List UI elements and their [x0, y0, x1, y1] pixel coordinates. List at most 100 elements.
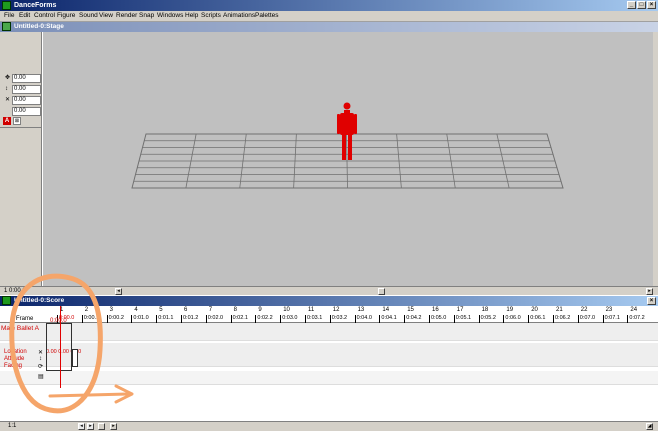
scroll-right-arrow-icon[interactable]: ▸	[646, 288, 653, 295]
score-scroll-thumb[interactable]	[98, 423, 105, 430]
play-forward-icon[interactable]: ▸	[87, 423, 94, 430]
frame-time-label: 0:02.0	[207, 315, 224, 321]
coord-field-w[interactable]: 0.00	[12, 107, 41, 116]
dancer-left-leg	[342, 135, 346, 160]
floor-grid-lines	[133, 133, 561, 189]
menu-control[interactable]: Control	[34, 12, 55, 19]
scroll-thumb[interactable]	[378, 288, 385, 295]
score-resize-icon[interactable]: ◢	[646, 423, 653, 430]
vertical-move-icon: ↕	[5, 86, 8, 92]
frame-number: 12	[332, 307, 340, 313]
menu-figure[interactable]: Figure	[57, 12, 75, 19]
frame-time-label: 0:04.2	[406, 315, 422, 321]
menu-render[interactable]: Render	[116, 12, 137, 19]
frame-number: 22	[580, 307, 588, 313]
app-icon	[2, 1, 11, 10]
maximize-button[interactable]: □	[637, 1, 646, 9]
play-back-icon[interactable]: ◂	[78, 423, 85, 430]
score-frame-status: 1:1	[8, 423, 17, 429]
dancer-head	[343, 102, 351, 110]
menu-edit[interactable]: Edit	[19, 12, 30, 19]
dancer-left-arm	[337, 114, 340, 134]
frame-number: 15	[407, 307, 414, 313]
stage-title-bar[interactable]: Untitled-0:Stage	[0, 22, 658, 32]
menu-animations[interactable]: Animations	[223, 12, 255, 19]
frame-tick	[627, 315, 629, 323]
move-icon: ✥	[5, 75, 11, 81]
stage-scene	[131, 102, 564, 189]
frame-number: 18	[481, 307, 489, 313]
frame-number: 9	[258, 307, 262, 313]
frame-number: 17	[456, 307, 464, 313]
frame-time-label: 0:03.0	[282, 315, 298, 321]
frame-tick	[379, 315, 381, 323]
dancer-right-leg	[348, 135, 352, 160]
menu-help[interactable]: Help	[185, 12, 198, 19]
menu-file[interactable]: File	[4, 12, 14, 19]
menu-sound[interactable]: Sound	[79, 12, 98, 19]
frame-tick	[354, 315, 356, 323]
menu-bar: File Edit Control Figure Sound View Rend…	[0, 11, 658, 22]
frame-tick	[553, 315, 554, 323]
frame-number: 8	[233, 307, 237, 313]
frame-time-label: 0:03.1	[307, 315, 323, 321]
menu-scripts[interactable]: Scripts	[201, 12, 221, 19]
score-scroll-right-icon[interactable]: ▸	[110, 423, 117, 430]
frame-time-label: 0:07.2	[629, 315, 645, 321]
score-status-bar[interactable]: 1:1 ◂ ▸ ▸ ◢	[0, 421, 658, 431]
app-title: DanceForms	[14, 2, 57, 9]
stage-vertical-scrollbar[interactable]	[653, 32, 658, 286]
frame-time-label: 0:06.0	[505, 315, 521, 321]
score-close-button[interactable]: ×	[647, 297, 656, 305]
frame-tick	[329, 315, 331, 323]
coord-row-z: ✕ 0.00	[3, 96, 41, 105]
frame-tick	[156, 315, 158, 323]
frame-number: 7	[208, 307, 213, 313]
frame-number: 19	[506, 307, 514, 313]
stage-title: Untitled-0:Stage	[14, 23, 64, 30]
dancer-torso	[340, 113, 354, 135]
frame-time-label: 0:06.2	[555, 315, 571, 321]
frame-number: 5	[159, 307, 163, 313]
frame-time-label: 0:07.1	[604, 315, 620, 321]
record-icon[interactable]: A	[3, 117, 11, 125]
frame-time-label: 0:07.0	[579, 315, 596, 321]
coord-field-z[interactable]: 0.00	[12, 96, 41, 105]
frame-tick	[453, 315, 455, 323]
frame-number: 21	[556, 307, 563, 313]
frame-tick	[429, 315, 430, 323]
coord-row-x: ✥ 0.00	[3, 74, 41, 83]
frame-number: 16	[432, 307, 439, 313]
frame-number: 10	[283, 307, 290, 313]
menu-view[interactable]: View	[99, 12, 113, 19]
frame-number: 13	[357, 307, 365, 313]
coord-field-y[interactable]: 0.00	[12, 85, 41, 94]
frame-time-label: 0:03.2	[331, 315, 348, 321]
app-title-bar: DanceForms _ □ ×	[0, 0, 658, 11]
coord-row-y: ↕ 0.00	[3, 85, 41, 94]
frame-time-label: 0:05.0	[431, 315, 447, 321]
menu-windows[interactable]: Windows	[157, 12, 183, 19]
frame-number: 24	[630, 307, 638, 313]
cross-icon: ✕	[5, 97, 11, 103]
frame-tick	[404, 315, 406, 323]
frame-number: 11	[308, 307, 315, 313]
frame-time-label: 0:01.2	[183, 315, 199, 321]
frame-tick	[305, 315, 306, 323]
menu-snap[interactable]: Snap	[139, 12, 154, 19]
frame-number: 20	[531, 307, 538, 313]
grid-toggle-icon[interactable]: ⊠	[13, 117, 21, 125]
frame-tick	[280, 315, 282, 323]
frame-tick	[528, 315, 530, 323]
close-button[interactable]: ×	[647, 1, 656, 9]
menu-palettes[interactable]: Palettes	[255, 12, 279, 19]
minimize-button[interactable]: _	[627, 1, 636, 9]
coord-row-w: 0.00	[3, 107, 41, 116]
frame-tick	[255, 315, 257, 323]
annotation-overlay	[9, 273, 134, 414]
coord-field-x[interactable]: 0.00	[12, 74, 41, 83]
stage-viewport[interactable]	[43, 32, 653, 286]
grid-column-line	[346, 133, 348, 189]
frame-time-label: 0:04.1	[381, 315, 397, 321]
frame-tick	[181, 315, 182, 323]
